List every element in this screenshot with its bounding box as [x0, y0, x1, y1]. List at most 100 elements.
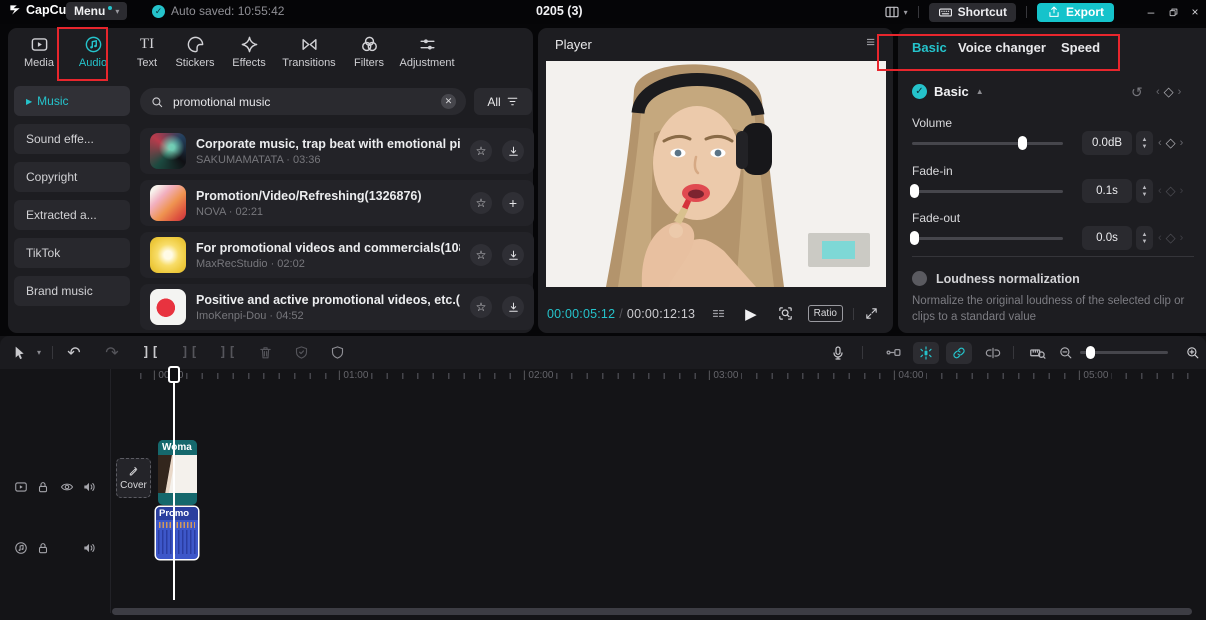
- snap-toggle-button[interactable]: [880, 336, 906, 369]
- fullscreen-icon[interactable]: [864, 305, 879, 323]
- fade-in-stepper[interactable]: ▲ ▼: [1136, 179, 1153, 203]
- shield-check-icon-button[interactable]: [289, 336, 313, 369]
- zoom-out-button[interactable]: [1053, 336, 1077, 369]
- reset-icon[interactable]: ↺: [1131, 84, 1143, 101]
- loudness-normalization-row[interactable]: Loudness normalization: [912, 271, 1080, 286]
- delete-button[interactable]: [253, 336, 277, 369]
- lock-track-icon[interactable]: [36, 478, 50, 496]
- overlay-inner-rect: [822, 241, 855, 259]
- tab-text[interactable]: TI Text: [128, 34, 166, 70]
- video-preview[interactable]: [546, 61, 886, 287]
- tab-filters[interactable]: Filters: [348, 34, 390, 69]
- volume-value[interactable]: 0.0dB: [1082, 131, 1132, 155]
- play-button[interactable]: ▶: [745, 305, 757, 323]
- select-tool-button[interactable]: [8, 336, 30, 369]
- favorite-star-icon[interactable]: ☆: [470, 244, 492, 266]
- cover-button[interactable]: Cover: [116, 458, 151, 498]
- fade-in-slider[interactable]: [910, 184, 1063, 198]
- timeline-video-clip[interactable]: Woma: [158, 440, 197, 505]
- music-list-item[interactable]: Positive and active promotional videos, …: [140, 284, 534, 330]
- fade-out-keyframe-control[interactable]: ‹ ◇ ›: [1158, 230, 1183, 246]
- tab-stickers[interactable]: Stickers: [170, 34, 220, 69]
- timeline-ruler[interactable]: [140, 373, 1200, 379]
- download-icon[interactable]: [502, 244, 524, 266]
- adapt-timeline-button[interactable]: [1024, 336, 1050, 369]
- split-button[interactable]: ][: [139, 336, 163, 369]
- sidebar-item-copyright[interactable]: Copyright: [14, 162, 130, 192]
- mute-track-icon[interactable]: [82, 478, 96, 496]
- music-search-bar[interactable]: ✕: [140, 88, 466, 115]
- title-bar: CapCut Menu ▾ ✓ Auto saved: 10:55:42 020…: [0, 0, 1206, 24]
- preview-focus-icon[interactable]: [777, 305, 794, 323]
- fade-out-stepper[interactable]: ▲ ▼: [1136, 226, 1153, 250]
- filter-icon: [506, 95, 519, 108]
- volume-stepper[interactable]: ▲ ▼: [1136, 131, 1153, 155]
- sidebar-item-brand-music[interactable]: Brand music: [14, 276, 130, 306]
- loudness-checkbox-unchecked[interactable]: [912, 271, 927, 286]
- timeline-horizontal-scrollbar[interactable]: [112, 608, 1192, 615]
- volume-slider[interactable]: [912, 136, 1063, 150]
- layout-switch-button[interactable]: ▾: [884, 0, 908, 29]
- mute-track-icon[interactable]: [82, 539, 96, 557]
- sidebar-item-extracted-audio[interactable]: Extracted a...: [14, 200, 130, 230]
- keyframe-control[interactable]: ‹ ◇ ›: [1156, 84, 1181, 100]
- volume-slider-thumb[interactable]: [1018, 136, 1027, 150]
- volume-keyframe-control[interactable]: ‹ ◇ ›: [1158, 135, 1183, 151]
- download-icon[interactable]: [502, 296, 524, 318]
- collapse-arrow-icon[interactable]: ▲: [976, 87, 984, 96]
- minimize-button[interactable]: –: [1140, 5, 1162, 19]
- filter-all-button[interactable]: All: [474, 88, 532, 115]
- fade-in-value[interactable]: 0.1s: [1082, 179, 1132, 203]
- clear-search-icon[interactable]: ✕: [441, 94, 456, 109]
- hide-track-icon[interactable]: [60, 478, 74, 496]
- undo-button[interactable]: ↶: [62, 336, 86, 369]
- menu-button[interactable]: Menu ▾: [66, 2, 128, 20]
- timeline-zoom-thumb[interactable]: [1086, 346, 1095, 359]
- fade-out-value[interactable]: 0.0s: [1082, 226, 1132, 250]
- lock-track-icon[interactable]: [36, 539, 50, 557]
- section-checkbox-checked[interactable]: ✓: [912, 84, 927, 99]
- music-list-item[interactable]: For promotional videos and commercials(1…: [140, 232, 534, 278]
- favorite-star-icon[interactable]: ☆: [470, 140, 492, 162]
- delete-left-button[interactable]: ][: [178, 336, 202, 369]
- shield-icon-button[interactable]: [325, 336, 349, 369]
- timeline-zoom-slider[interactable]: [1080, 346, 1168, 359]
- delete-right-button[interactable]: ][: [216, 336, 240, 369]
- shortcut-button[interactable]: Shortcut: [928, 2, 1016, 22]
- export-button[interactable]: Export: [1036, 2, 1114, 22]
- zoom-in-button[interactable]: [1180, 336, 1204, 369]
- sidebar-item-sound-effects[interactable]: Sound effe...: [14, 124, 130, 154]
- player-menu-icon[interactable]: ≡: [866, 34, 875, 51]
- music-list-item[interactable]: Corporate music, trap beat with emotiona…: [140, 128, 534, 174]
- favorite-star-icon[interactable]: ☆: [470, 192, 492, 214]
- tab-transitions[interactable]: Transitions: [276, 34, 342, 69]
- ratio-button[interactable]: Ratio: [807, 305, 843, 322]
- sidebar-item-music[interactable]: ▶ Music: [14, 86, 130, 116]
- fade-out-slider-thumb[interactable]: [910, 231, 919, 245]
- search-input[interactable]: [171, 93, 434, 110]
- download-icon[interactable]: [502, 140, 524, 162]
- magnet-toggle-button[interactable]: [913, 341, 939, 364]
- fade-in-slider-thumb[interactable]: [910, 184, 919, 198]
- tab-adjustment[interactable]: Adjustment: [394, 34, 460, 69]
- playback-quality-icon[interactable]: [710, 305, 727, 323]
- close-button[interactable]: ×: [1184, 5, 1206, 19]
- add-to-timeline-icon[interactable]: +: [502, 192, 524, 214]
- tab-media[interactable]: Media: [20, 34, 58, 69]
- playhead-line[interactable]: [173, 366, 175, 600]
- fade-in-keyframe-control[interactable]: ‹ ◇ ›: [1158, 183, 1183, 199]
- preview-axis-button[interactable]: [980, 336, 1006, 369]
- record-voiceover-button[interactable]: [826, 336, 850, 369]
- fade-out-slider[interactable]: [910, 231, 1063, 245]
- music-list-item[interactable]: Promotion/Video/Refreshing(1326876) NOVA…: [140, 180, 534, 226]
- timeline-audio-clip-selected[interactable]: Promo: [156, 507, 198, 559]
- preview-overlay-element[interactable]: [808, 233, 870, 267]
- favorite-star-icon[interactable]: ☆: [470, 296, 492, 318]
- tab-effects[interactable]: Effects: [226, 34, 272, 69]
- link-toggle-button[interactable]: [946, 341, 972, 364]
- select-tool-dropdown-icon[interactable]: ▾: [32, 336, 46, 369]
- redo-button[interactable]: ↷: [100, 336, 124, 369]
- playhead-handle[interactable]: [168, 366, 180, 383]
- restore-button[interactable]: [1162, 5, 1184, 19]
- sidebar-item-tiktok[interactable]: TikTok: [14, 238, 130, 268]
